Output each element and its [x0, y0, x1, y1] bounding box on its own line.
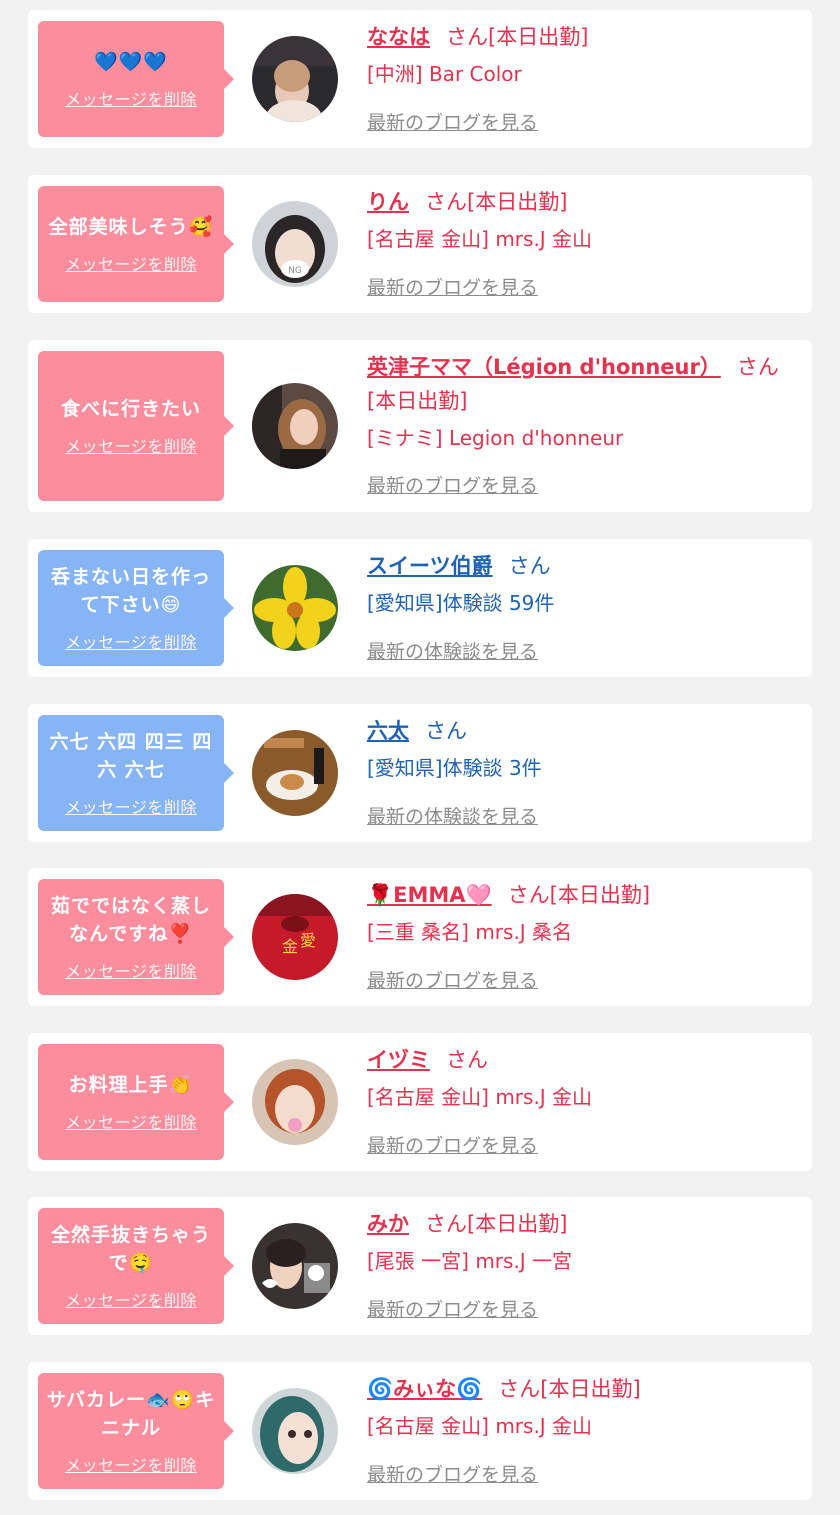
avatar[interactable] — [252, 1223, 338, 1309]
message-card: お料理上手👏 メッセージを削除 イヅミ さん [名古屋 金山] mrs.J 金山 … — [28, 1033, 812, 1171]
message-text: 呑まない日を作って下さい😄 — [50, 566, 211, 616]
message-card: サバカレー🐟🙄キニナル メッセージを削除 🌀みぃな🌀 さん[本日出勤] [名古屋 … — [28, 1362, 812, 1500]
avatar[interactable]: NG — [252, 201, 338, 287]
shop-label: [ミナミ] Legion d'honneur — [367, 426, 624, 450]
avatar[interactable] — [252, 730, 338, 816]
delete-message-link[interactable]: メッセージを削除 — [65, 251, 197, 275]
sender-name-link[interactable]: 六太 — [367, 719, 409, 743]
sender-name-link[interactable]: ななは — [367, 25, 430, 49]
sender-name-link[interactable]: みか — [367, 1212, 409, 1236]
sender-name-link[interactable]: りん — [367, 190, 409, 214]
message-text: 茹でではなく蒸しなんですね❣️ — [50, 895, 211, 945]
delete-message-link[interactable]: メッセージを削除 — [65, 1452, 197, 1476]
sender-info: ななは さん[本日出勤] [中洲] Bar Color — [367, 20, 794, 92]
shop-label: [愛知県]体験談 59件 — [367, 591, 555, 615]
shop-label: [名古屋 金山] mrs.J 金山 — [367, 227, 593, 251]
sender-suffix: さん[本日出勤] — [498, 1377, 641, 1401]
message-bubble: サバカレー🐟🙄キニナル メッセージを削除 — [38, 1373, 234, 1489]
delete-message-link[interactable]: メッセージを削除 — [65, 794, 197, 818]
message-bubble: お料理上手👏 メッセージを削除 — [38, 1044, 234, 1160]
message-card: 茹でではなく蒸しなんですね❣️ メッセージを削除 金愛 🌹EMMA🩷 さん[本日出… — [28, 868, 812, 1006]
sender-info: 🌀みぃな🌀 さん[本日出勤] [名古屋 金山] mrs.J 金山 — [367, 1372, 794, 1444]
shop-label: [三重 桑名] mrs.J 桑名 — [367, 920, 573, 944]
latest-review-link[interactable]: 最新の体験談を見る — [367, 637, 538, 664]
latest-blog-link[interactable]: 最新のブログを見る — [367, 966, 538, 993]
sender-name-link[interactable]: 英津子ママ（Légion d'honneur） — [367, 355, 721, 379]
delete-message-link[interactable]: メッセージを削除 — [65, 433, 197, 457]
latest-blog-link[interactable]: 最新のブログを見る — [367, 1460, 538, 1487]
message-text: 全然手抜きちゃうで🤤 — [50, 1224, 211, 1274]
message-bubble: 茹でではなく蒸しなんですね❣️ メッセージを削除 — [38, 879, 234, 995]
message-text: 食べに行きたい — [60, 398, 201, 420]
svg-text:愛: 愛 — [300, 931, 316, 950]
sender-info: イヅミ さん [名古屋 金山] mrs.J 金山 — [367, 1043, 794, 1115]
avatar[interactable] — [252, 1059, 338, 1145]
latest-blog-link[interactable]: 最新のブログを見る — [367, 471, 538, 498]
delete-message-link[interactable]: メッセージを削除 — [65, 86, 197, 110]
message-bubble: 💙💙💙 メッセージを削除 — [38, 21, 234, 137]
shop-label: [尾張 一宮] mrs.J 一宮 — [367, 1249, 573, 1273]
message-text: 💙💙💙 — [94, 51, 168, 73]
delete-message-link[interactable]: メッセージを削除 — [65, 1109, 197, 1133]
message-card: 全部美味しそう🥰 メッセージを削除 NG りん さん[本日出勤] [名古屋 金山]… — [28, 175, 812, 313]
message-card: 食べに行きたい メッセージを削除 英津子ママ（Légion d'honneur）… — [28, 340, 812, 512]
message-card: 六七 六四 四三 四六 六七 メッセージを削除 六太 さん [愛知県]体験談 3件… — [28, 704, 812, 842]
avatar[interactable] — [252, 383, 338, 469]
latest-review-link[interactable]: 最新の体験談を見る — [367, 802, 538, 829]
sender-suffix: さん[本日出勤] — [446, 25, 589, 49]
shop-label: [名古屋 金山] mrs.J 金山 — [367, 1414, 593, 1438]
sender-suffix: さん[本日出勤] — [425, 1212, 568, 1236]
sender-suffix: さん — [508, 554, 551, 578]
latest-blog-link[interactable]: 最新のブログを見る — [367, 108, 538, 135]
sender-suffix: さん[本日出勤] — [425, 190, 568, 214]
sender-name-link[interactable]: 🌹EMMA🩷 — [367, 883, 492, 907]
sender-name-link[interactable]: 🌀みぃな🌀 — [367, 1377, 482, 1401]
sender-info: みか さん[本日出勤] [尾張 一宮] mrs.J 一宮 — [367, 1207, 794, 1279]
svg-text:NG: NG — [288, 266, 302, 276]
sender-info: 六太 さん [愛知県]体験談 3件 — [367, 714, 794, 786]
sender-name-link[interactable]: スイーツ伯爵 — [367, 554, 493, 578]
shop-label: [愛知県]体験談 3件 — [367, 756, 542, 780]
shop-label: [名古屋 金山] mrs.J 金山 — [367, 1085, 593, 1109]
sender-suffix: さん — [446, 1048, 488, 1072]
avatar[interactable] — [252, 1388, 338, 1474]
sender-info: スイーツ伯爵 さん [愛知県]体験談 59件 — [367, 549, 794, 621]
latest-blog-link[interactable]: 最新のブログを見る — [367, 273, 538, 300]
message-bubble: 六七 六四 四三 四六 六七 メッセージを削除 — [38, 715, 234, 831]
sender-suffix: さん — [425, 719, 467, 743]
latest-blog-link[interactable]: 最新のブログを見る — [367, 1131, 538, 1158]
message-card: 全然手抜きちゃうで🤤 メッセージを削除 みか さん[本日出勤] [尾張 一宮] m… — [28, 1197, 812, 1335]
message-text: お料理上手👏 — [68, 1074, 194, 1096]
shop-label: [中洲] Bar Color — [367, 62, 522, 86]
avatar[interactable] — [252, 565, 338, 651]
message-text: 全部美味しそう🥰 — [48, 216, 214, 238]
avatar[interactable]: 金愛 — [252, 894, 338, 980]
avatar[interactable] — [252, 36, 338, 122]
sender-info: 英津子ママ（Légion d'honneur） さん[本日出勤] [ミナミ] Le… — [367, 350, 794, 456]
sender-name-link[interactable]: イヅミ — [367, 1048, 430, 1072]
latest-blog-link[interactable]: 最新のブログを見る — [367, 1295, 538, 1322]
message-bubble: 全然手抜きちゃうで🤤 メッセージを削除 — [38, 1208, 234, 1324]
message-text: 六七 六四 四三 四六 六七 — [49, 731, 213, 781]
delete-message-link[interactable]: メッセージを削除 — [65, 629, 197, 653]
message-list: 💙💙💙 メッセージを削除 ななは さん[本日出勤] [中洲] Bar Color … — [0, 0, 840, 1515]
sender-suffix: さん[本日出勤] — [507, 883, 651, 907]
message-bubble: 全部美味しそう🥰 メッセージを削除 — [38, 186, 234, 302]
delete-message-link[interactable]: メッセージを削除 — [65, 958, 197, 982]
sender-info: 🌹EMMA🩷 さん[本日出勤] [三重 桑名] mrs.J 桑名 — [367, 878, 794, 950]
message-text: サバカレー🐟🙄キニナル — [46, 1389, 216, 1439]
message-bubble: 呑まない日を作って下さい😄 メッセージを削除 — [38, 550, 234, 666]
delete-message-link[interactable]: メッセージを削除 — [65, 1287, 197, 1311]
message-card: 💙💙💙 メッセージを削除 ななは さん[本日出勤] [中洲] Bar Color … — [28, 10, 812, 148]
svg-text:金: 金 — [282, 937, 298, 956]
sender-info: りん さん[本日出勤] [名古屋 金山] mrs.J 金山 — [367, 185, 794, 257]
message-card: 呑まない日を作って下さい😄 メッセージを削除 スイーツ伯爵 さん [愛知県]体験談… — [28, 539, 812, 677]
message-bubble: 食べに行きたい メッセージを削除 — [38, 351, 234, 501]
